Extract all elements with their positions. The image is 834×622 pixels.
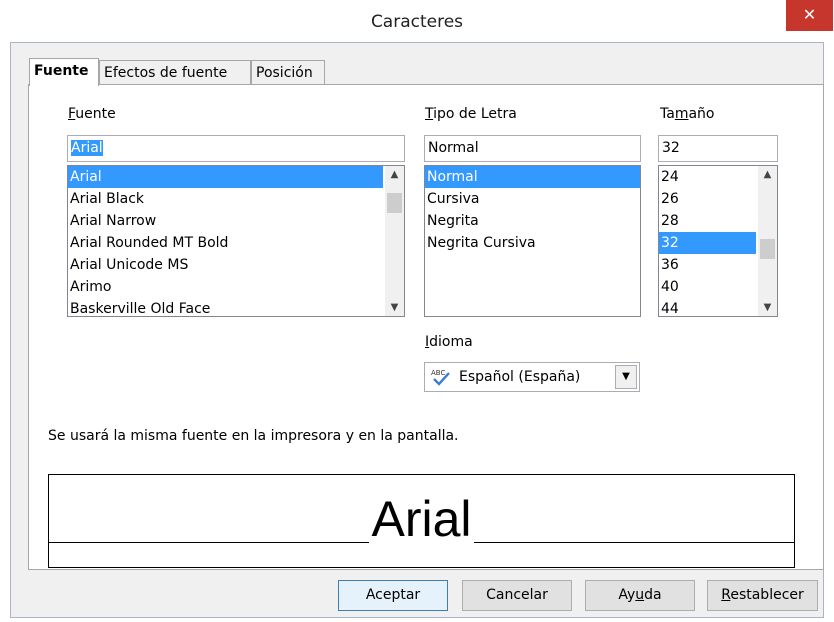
scroll-up-icon[interactable]: ▲ <box>385 166 404 183</box>
tab-font-effects[interactable]: Efectos de fuente <box>99 60 251 86</box>
font-preview: Arial <box>48 474 795 568</box>
ok-button[interactable]: Aceptar <box>338 580 448 611</box>
window-title: Caracteres <box>370 12 464 32</box>
font-list-scrollbar[interactable]: ▲ ▼ <box>385 166 404 316</box>
font-list-item[interactable]: Arial Unicode MS <box>68 254 383 276</box>
style-field[interactable]: Normal <box>424 135 641 162</box>
font-list-item[interactable]: Baskerville Old Face <box>68 298 383 316</box>
reset-button[interactable]: Restablecer <box>707 580 818 611</box>
info-text: Se usará la misma fuente en la impresora… <box>48 428 459 444</box>
font-list-item[interactable]: Arial Black <box>68 188 383 210</box>
close-button[interactable]: ✕ <box>786 0 833 31</box>
style-list-item[interactable]: Negrita <box>425 210 640 232</box>
font-list-item[interactable]: Arial Rounded MT Bold <box>68 232 383 254</box>
tab-font[interactable]: Fuente <box>29 58 99 86</box>
chevron-down-icon[interactable]: ▼ <box>615 365 637 389</box>
size-list-item[interactable]: 36 <box>659 254 756 276</box>
language-label: Idioma <box>425 334 473 350</box>
size-list-scrollbar[interactable]: ▲ ▼ <box>758 166 777 316</box>
scroll-down-icon[interactable]: ▼ <box>385 299 404 316</box>
size-list-item[interactable]: 26 <box>659 188 756 210</box>
font-name-field[interactable]: Arial <box>67 135 405 162</box>
font-label: Fuente <box>68 106 116 122</box>
tab-position[interactable]: Posición <box>251 60 325 86</box>
size-list-item[interactable]: 28 <box>659 210 756 232</box>
close-icon: ✕ <box>802 5 817 24</box>
language-value: Español (España) <box>459 369 581 385</box>
preview-text: Arial <box>369 491 474 547</box>
style-label: Tipo de Letra <box>425 106 517 122</box>
scroll-thumb[interactable] <box>387 193 402 213</box>
font-list-item[interactable]: Arimo <box>68 276 383 298</box>
size-list-item[interactable]: 44 <box>659 298 756 316</box>
scroll-down-icon[interactable]: ▼ <box>758 299 777 316</box>
size-list-item[interactable]: 40 <box>659 276 756 298</box>
size-label: Tamaño <box>660 106 715 122</box>
size-list-item[interactable]: 24 <box>659 166 756 188</box>
scroll-up-icon[interactable]: ▲ <box>758 166 777 183</box>
spellcheck-icon: ABC <box>431 369 450 386</box>
font-list-item[interactable]: Arial Narrow <box>68 210 383 232</box>
size-list-item[interactable]: 32 <box>659 232 756 254</box>
size-list[interactable]: 24 26 28 32 36 40 44 ▲ ▼ <box>658 165 778 317</box>
style-list-item[interactable]: Cursiva <box>425 188 640 210</box>
cancel-button[interactable]: Cancelar <box>462 580 572 611</box>
svg-text:ABC: ABC <box>431 369 445 377</box>
help-button[interactable]: Ayuda <box>585 580 695 611</box>
size-field[interactable]: 32 <box>658 135 778 162</box>
style-list-item[interactable]: Normal <box>425 166 640 188</box>
font-list[interactable]: Arial Arial Black Arial Narrow Arial Rounde… <box>67 165 405 317</box>
style-list[interactable]: Normal Cursiva Negrita Negrita Cursiva <box>424 165 641 317</box>
scroll-thumb[interactable] <box>760 239 775 259</box>
style-list-item[interactable]: Negrita Cursiva <box>425 232 640 254</box>
font-list-item[interactable]: Arial <box>68 166 383 188</box>
language-select[interactable]: ABC Español (España) ▼ <box>424 362 640 392</box>
title-bar: Caracteres ✕ <box>0 0 834 42</box>
